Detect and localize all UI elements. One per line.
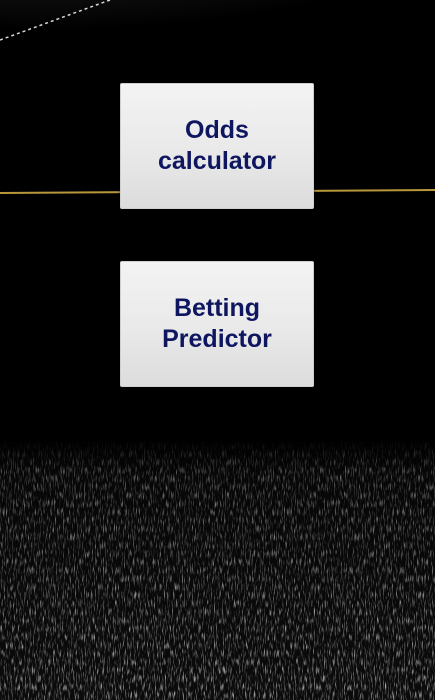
betting-predictor-button[interactable]: Betting Predictor bbox=[120, 261, 314, 387]
betting-predictor-label: Betting Predictor bbox=[162, 294, 272, 353]
app-screen: Odds calculator Betting Predictor bbox=[0, 0, 435, 700]
odds-calculator-label: Odds calculator bbox=[157, 116, 277, 175]
odds-calculator-button[interactable]: Odds calculator bbox=[120, 83, 314, 209]
